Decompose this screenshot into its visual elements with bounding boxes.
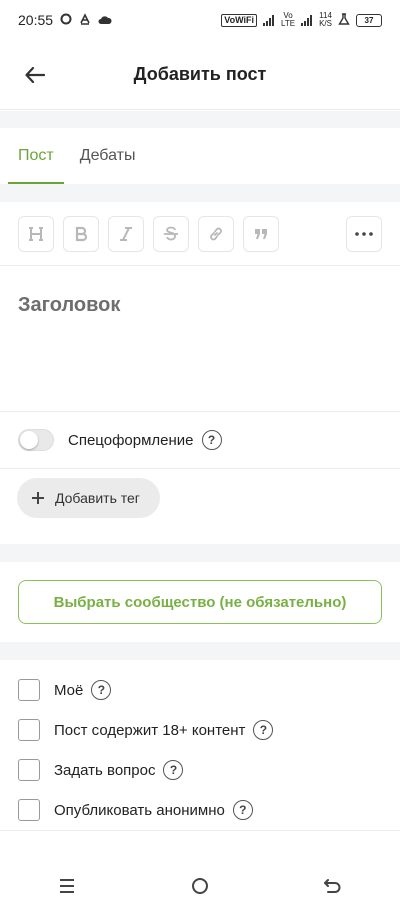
option-label: Пост содержит 18+ контент — [54, 721, 246, 739]
separator — [0, 830, 400, 831]
tab-debates[interactable]: Дебаты — [70, 128, 146, 184]
separator — [0, 184, 400, 202]
option-mine[interactable]: Моё ? — [0, 670, 400, 710]
formatting-toolbar — [0, 202, 400, 266]
option-adult-content[interactable]: Пост содержит 18+ контент ? — [0, 710, 400, 750]
link-icon — [210, 227, 222, 240]
help-icon[interactable]: ? — [163, 760, 184, 780]
option-label: Моё — [54, 681, 84, 699]
system-nav-bar — [0, 866, 400, 911]
option-anonymous[interactable]: Опубликовать анонимно ? — [0, 790, 400, 830]
back-button[interactable] — [22, 62, 48, 88]
separator — [0, 642, 400, 660]
menu-nav-icon[interactable] — [58, 878, 76, 899]
checkbox[interactable] — [18, 799, 40, 821]
battery-icon: 37 — [356, 13, 382, 27]
network-speed: 114 K/S — [319, 11, 332, 28]
bold-button[interactable] — [63, 215, 99, 252]
checkbox[interactable] — [18, 759, 40, 781]
checkbox[interactable] — [18, 719, 40, 741]
more-options-button[interactable] — [346, 215, 382, 252]
select-community-button[interactable]: Выбрать сообщество (не обязательно) — [18, 580, 382, 624]
separator — [0, 544, 400, 562]
help-icon[interactable]: ? — [253, 720, 274, 740]
post-editor[interactable]: Заголовок — [0, 266, 400, 412]
help-icon[interactable]: ? — [91, 680, 112, 700]
separator — [0, 111, 400, 128]
post-options-list: Моё ? Пост содержит 18+ контент ? Задать… — [0, 670, 400, 830]
tab-post[interactable]: Пост — [8, 128, 64, 184]
home-nav-icon[interactable] — [191, 877, 209, 900]
special-format-label: Спецоформление — [68, 431, 194, 449]
signal-icon-2 — [301, 14, 313, 26]
plus-icon — [31, 487, 45, 509]
status-bar: 20:55 VoWiFi Vo LTE 114 K/S 37 — [0, 0, 400, 40]
arrow-left-icon — [25, 67, 45, 83]
more-icon — [355, 231, 373, 236]
volte-icon: Vo LTE — [281, 11, 296, 28]
option-label: Опубликовать анонимно — [54, 801, 225, 819]
back-nav-icon[interactable] — [324, 878, 342, 899]
checkbox[interactable] — [18, 679, 40, 701]
add-tag-button[interactable]: Добавить тег — [17, 478, 160, 518]
italic-icon — [120, 226, 132, 241]
heading-button[interactable] — [18, 215, 54, 252]
quote-icon — [255, 228, 267, 239]
cloud-icon — [98, 12, 112, 28]
quote-button[interactable] — [243, 215, 279, 252]
italic-button[interactable] — [108, 215, 144, 252]
page-title: Добавить пост — [133, 64, 267, 84]
link-button[interactable] — [198, 215, 234, 252]
special-format-toggle[interactable] — [18, 429, 54, 451]
help-icon[interactable]: ? — [201, 430, 222, 450]
app-header: Добавить пост — [0, 40, 400, 110]
chat-notification-icon — [60, 12, 72, 28]
option-ask-question[interactable]: Задать вопрос ? — [0, 750, 400, 790]
help-icon[interactable]: ? — [232, 800, 253, 820]
title-input[interactable]: Заголовок — [18, 294, 382, 317]
special-format-row: Спецоформление ? — [0, 412, 400, 469]
strikethrough-button[interactable] — [153, 215, 189, 252]
vowifi-icon: VoWiFi — [221, 13, 258, 27]
add-tag-label: Добавить тег — [55, 490, 140, 506]
heading-icon — [29, 226, 43, 241]
signal-icon — [263, 14, 275, 26]
app-notification-icon — [79, 12, 91, 28]
flask-icon — [338, 13, 350, 27]
tab-bar: Пост Дебаты — [0, 128, 400, 184]
status-time: 20:55 — [18, 12, 54, 28]
bold-icon — [75, 226, 88, 241]
strikethrough-icon — [164, 226, 178, 240]
option-label: Задать вопрос — [54, 761, 156, 779]
